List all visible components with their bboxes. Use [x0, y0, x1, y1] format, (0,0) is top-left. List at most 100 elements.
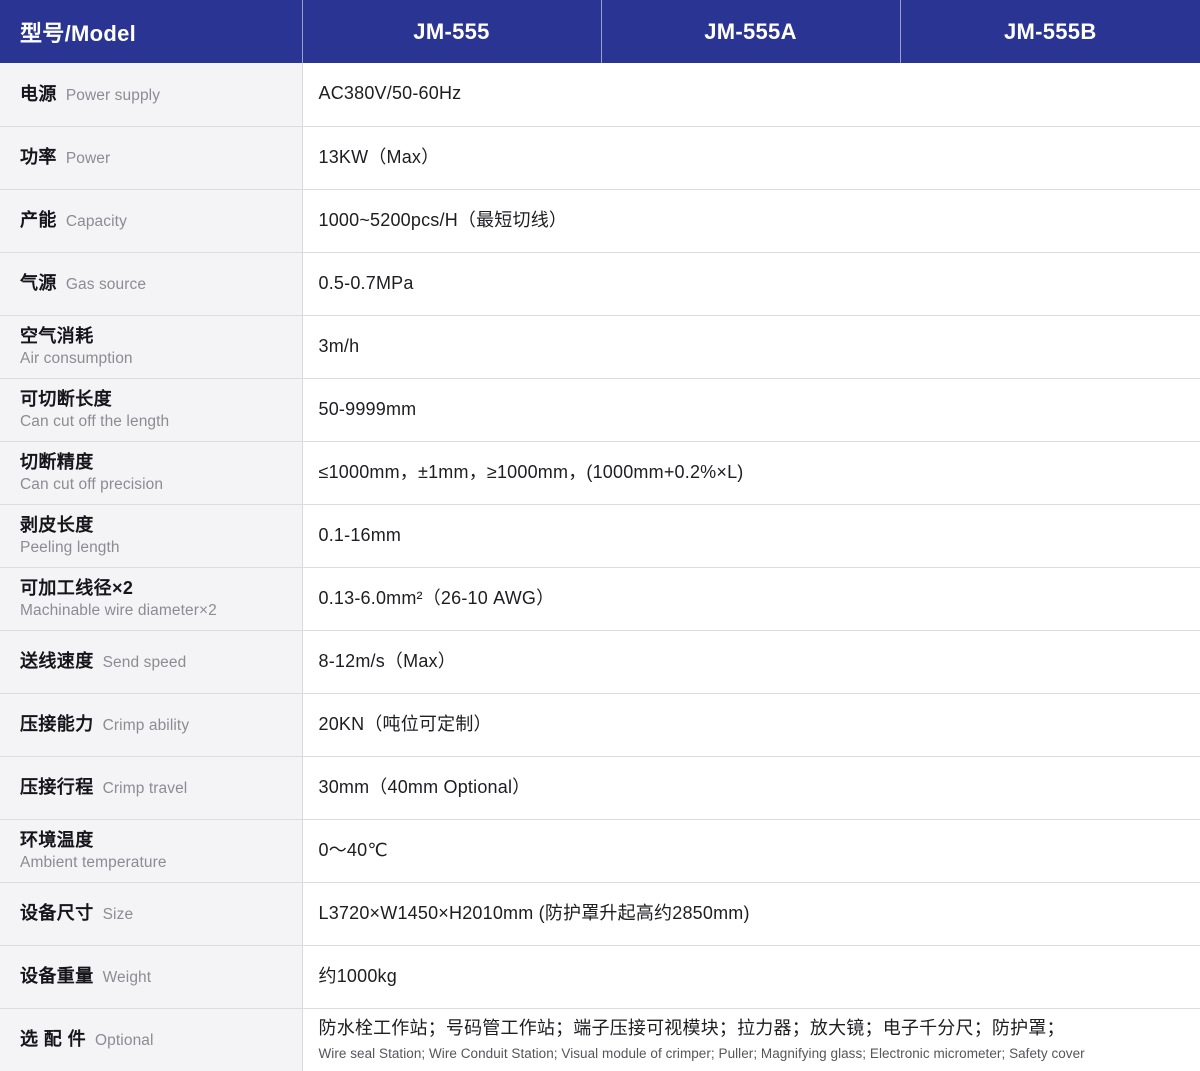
row-label-cell: 可加工线径×2Machinable wire diameter×2 [0, 567, 302, 630]
row-label-cn: 选 配 件 [20, 1029, 86, 1049]
row-label-en: Crimp ability [103, 717, 190, 734]
row-label-cell: 设备重量 Weight [0, 945, 302, 1008]
row-label-en: Crimp travel [103, 780, 188, 797]
row-label-cn: 电源 [20, 84, 57, 104]
row-value-subtext: Wire seal Station; Wire Conduit Station;… [319, 1045, 1187, 1063]
row-value-cell: 13KW（Max） [302, 126, 1200, 189]
row-label-en: Peeling length [20, 538, 292, 557]
row-label-en: Power [66, 150, 110, 167]
row-value-text: 13KW（Max） [319, 147, 440, 167]
table-row: 设备重量 Weight 约1000kg [0, 945, 1200, 1008]
row-value-text: 30mm（40mm Optional） [319, 777, 531, 797]
row-label-cell: 气源 Gas source [0, 252, 302, 315]
row-value-cell: 0.13-6.0mm²（26-10 AWG） [302, 567, 1200, 630]
row-value-text: AC380V/50-60Hz [319, 83, 462, 103]
row-label-en: Power supply [66, 87, 160, 104]
row-label-cell: 剥皮长度Peeling length [0, 504, 302, 567]
row-value-text: 8-12m/s（Max） [319, 651, 456, 671]
table-row: 选 配 件 Optional 防水栓工作站；号码管工作站；端子压接可视模块；拉力器；… [0, 1008, 1200, 1071]
header-cell-model-3: JM-555B [900, 0, 1200, 63]
row-label-cn: 送线速度 [20, 651, 94, 671]
row-value-text: 0～40℃ [319, 840, 388, 860]
row-label-en: Weight [103, 969, 152, 986]
row-label-cn: 切断精度 [20, 451, 292, 474]
row-label-cn: 气源 [20, 273, 57, 293]
table-body: 电源 Power supply AC380V/50-60Hz 功率 Power 13KW（… [0, 63, 1200, 1071]
table-row: 环境温度Ambient temperature 0～40℃ [0, 819, 1200, 882]
row-value-text: ≤1000mm，±1mm，≥1000mm，(1000mm+0.2%×L) [319, 462, 744, 482]
row-label-cn: 空气消耗 [20, 325, 292, 348]
row-label-cell: 可切断长度Can cut off the length [0, 378, 302, 441]
specification-table: 型号/Model JM-555 JM-555A JM-555B 电源 Power … [0, 0, 1200, 1071]
row-label-cell: 设备尺寸 Size [0, 882, 302, 945]
row-value-text: 20KN（吨位可定制） [319, 714, 492, 734]
table-row: 剥皮长度Peeling length 0.1-16mm [0, 504, 1200, 567]
row-label-cell: 压接能力 Crimp ability [0, 693, 302, 756]
row-label-cell: 功率 Power [0, 126, 302, 189]
row-label-cn: 压接行程 [20, 777, 94, 797]
row-label-cell: 压接行程 Crimp travel [0, 756, 302, 819]
header-row: 型号/Model JM-555 JM-555A JM-555B [0, 0, 1200, 63]
row-value-cell: 3m/h [302, 315, 1200, 378]
row-value-cell: 50-9999mm [302, 378, 1200, 441]
row-label-en: Air consumption [20, 349, 292, 368]
row-label-en: Machinable wire diameter×2 [20, 601, 292, 620]
table-row: 送线速度 Send speed 8-12m/s（Max） [0, 630, 1200, 693]
row-label-en: Capacity [66, 213, 127, 230]
row-value-cell: 0～40℃ [302, 819, 1200, 882]
row-label-cell: 空气消耗Air consumption [0, 315, 302, 378]
row-value-text: 约1000kg [319, 966, 397, 986]
row-label-en: Send speed [103, 654, 187, 671]
row-label-cell: 环境温度Ambient temperature [0, 819, 302, 882]
row-value-cell: 30mm（40mm Optional） [302, 756, 1200, 819]
row-value-cell: L3720×W1450×H2010mm (防护罩升起高约2850mm) [302, 882, 1200, 945]
row-value-cell: 0.1-16mm [302, 504, 1200, 567]
table-row: 电源 Power supply AC380V/50-60Hz [0, 63, 1200, 126]
row-label-en: Ambient temperature [20, 853, 292, 872]
table-header: 型号/Model JM-555 JM-555A JM-555B [0, 0, 1200, 63]
table-row: 可加工线径×2Machinable wire diameter×2 0.13-6.… [0, 567, 1200, 630]
row-value-cell: 8-12m/s（Max） [302, 630, 1200, 693]
row-label-en: Optional [95, 1032, 154, 1049]
table-row: 空气消耗Air consumption 3m/h [0, 315, 1200, 378]
row-value-cell: 约1000kg [302, 945, 1200, 1008]
row-label-cn: 剥皮长度 [20, 514, 292, 537]
row-label-cn: 功率 [20, 147, 57, 167]
row-label-cell: 选 配 件 Optional [0, 1008, 302, 1071]
row-label-cn: 可加工线径×2 [20, 577, 292, 600]
row-value-text: 0.1-16mm [319, 525, 402, 545]
row-value-text: 防水栓工作站；号码管工作站；端子压接可视模块；拉力器；放大镜；电子千分尺；防护罩… [319, 1017, 1187, 1040]
row-value-text: 3m/h [319, 336, 360, 356]
row-value-text: 1000~5200pcs/H（最短切线） [319, 210, 568, 230]
row-label-cell: 电源 Power supply [0, 63, 302, 126]
header-cell-model-1: JM-555 [302, 0, 601, 63]
table-row: 可切断长度Can cut off the length50-9999mm [0, 378, 1200, 441]
row-value-text: 0.5-0.7MPa [319, 273, 414, 293]
table-row: 切断精度Can cut off precision ≤1000mm，±1mm，≥1… [0, 441, 1200, 504]
row-label-en: Size [103, 906, 134, 923]
row-label-cell: 产能 Capacity [0, 189, 302, 252]
row-value-cell: 0.5-0.7MPa [302, 252, 1200, 315]
table-row: 功率 Power 13KW（Max） [0, 126, 1200, 189]
table-row: 设备尺寸 Size L3720×W1450×H2010mm (防护罩升起高约2850… [0, 882, 1200, 945]
row-label-en: Gas source [66, 276, 146, 293]
row-value-cell: AC380V/50-60Hz [302, 63, 1200, 126]
row-label-cell: 送线速度 Send speed [0, 630, 302, 693]
header-cell-model: 型号/Model [0, 0, 302, 63]
row-label-cn: 设备尺寸 [20, 903, 94, 923]
row-label-en: Can cut off the length [20, 412, 292, 431]
row-value-text: L3720×W1450×H2010mm (防护罩升起高约2850mm) [319, 903, 750, 923]
row-label-en: Can cut off precision [20, 475, 292, 494]
row-value-text: 0.13-6.0mm²（26-10 AWG） [319, 588, 555, 608]
row-label-cn: 可切断长度 [20, 388, 292, 411]
row-label-cn: 设备重量 [20, 966, 94, 986]
row-value-cell: 20KN（吨位可定制） [302, 693, 1200, 756]
row-label-cell: 切断精度Can cut off precision [0, 441, 302, 504]
header-cell-model-2: JM-555A [601, 0, 900, 63]
row-value-cell: 防水栓工作站；号码管工作站；端子压接可视模块；拉力器；放大镜；电子千分尺；防护罩… [302, 1008, 1200, 1071]
row-value-cell: ≤1000mm，±1mm，≥1000mm，(1000mm+0.2%×L) [302, 441, 1200, 504]
row-label-cn: 产能 [20, 210, 57, 230]
table-row: 气源 Gas source 0.5-0.7MPa [0, 252, 1200, 315]
row-label-cn: 压接能力 [20, 714, 94, 734]
table-row: 产能 Capacity 1000~5200pcs/H（最短切线） [0, 189, 1200, 252]
